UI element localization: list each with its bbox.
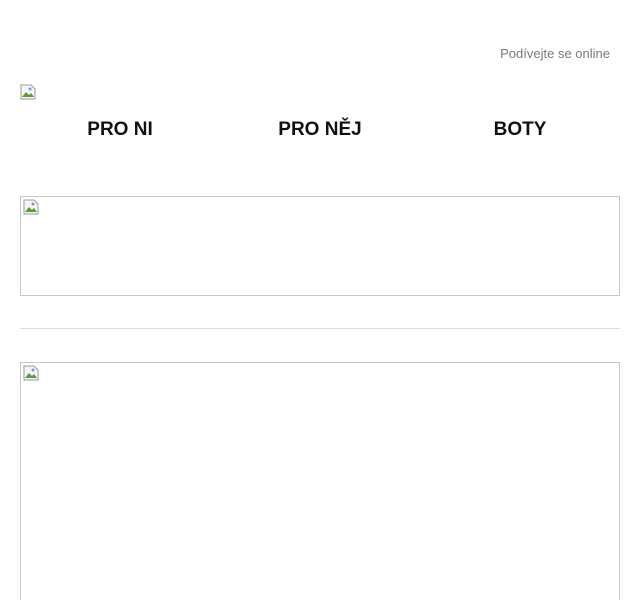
nav-item-pro-nej[interactable]: PRO NĚJ xyxy=(220,119,420,143)
section-divider xyxy=(20,328,620,329)
main-nav: PRO NI PRO NĚJ BOTY xyxy=(20,119,620,143)
email-page: Podívejte se online PRO NI PRO NĚJ BOTY xyxy=(0,0,640,600)
banner-broken-image-icon xyxy=(23,365,39,381)
promo-banner-main[interactable] xyxy=(20,362,620,600)
nav-item-pro-ni[interactable]: PRO NI xyxy=(20,119,220,143)
nav-item-boty[interactable]: BOTY xyxy=(420,119,620,143)
logo-broken-image-icon[interactable] xyxy=(20,84,36,100)
view-online-link[interactable]: Podívejte se online xyxy=(500,46,610,61)
banner-broken-image-icon xyxy=(23,199,39,215)
promo-banner-top[interactable] xyxy=(20,196,620,296)
